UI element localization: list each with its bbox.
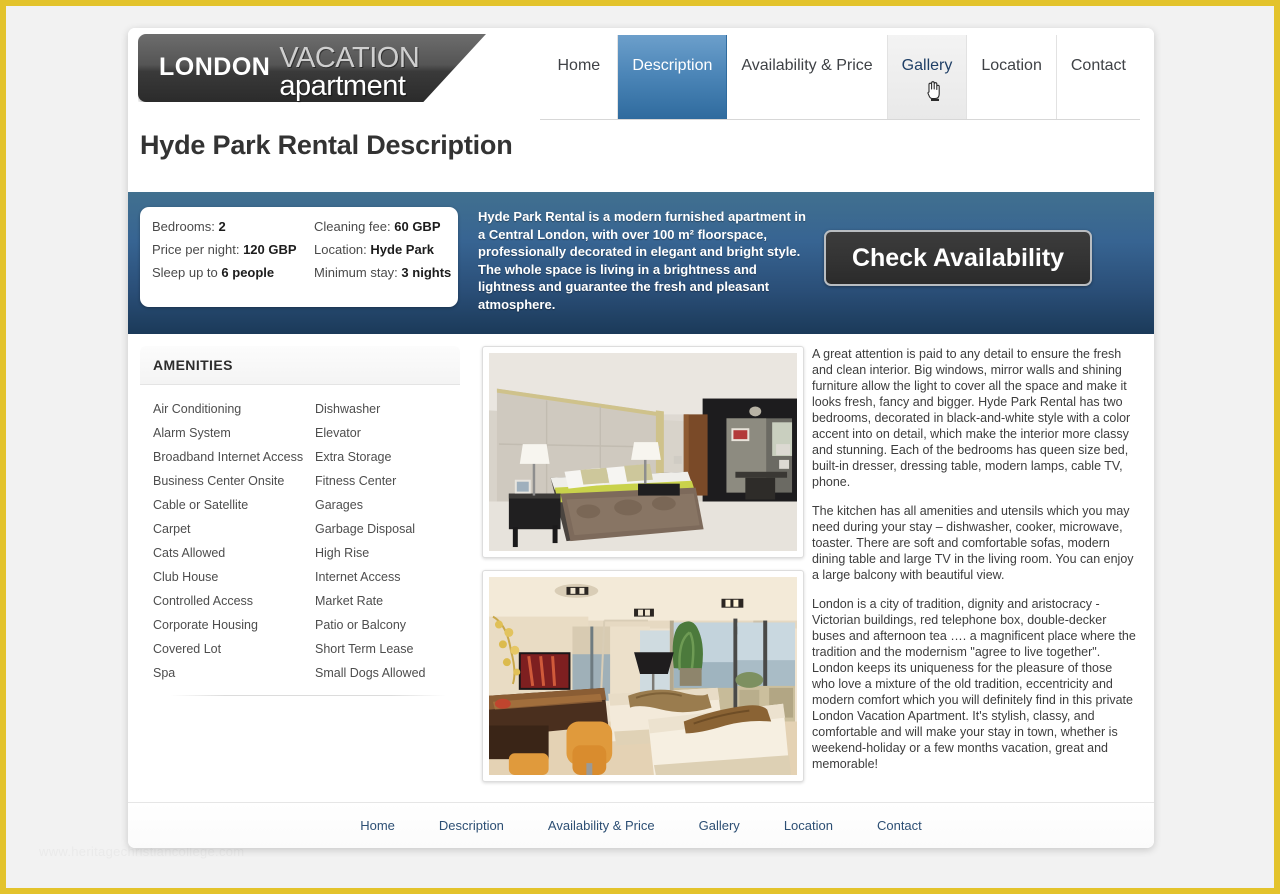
logo-london-text: LONDON xyxy=(159,53,271,81)
fact-label: Cleaning fee: xyxy=(314,219,391,234)
logo-text-group: LONDON VACATION apartment xyxy=(159,42,420,102)
fact-value: 60 GBP xyxy=(394,219,441,234)
amenity-item: Garbage Disposal xyxy=(315,522,416,536)
description-paragraph: London is a city of tradition, dignity a… xyxy=(812,597,1136,771)
page-title-wrap: Hyde Park Rental Description xyxy=(128,126,1154,192)
nav-item-description[interactable]: Description xyxy=(618,35,728,119)
facts-panel: Bedrooms: 2 Cleaning fee: 60 GBP Price p… xyxy=(140,207,458,307)
page-card: LONDON VACATION apartment Home Descripti… xyxy=(128,28,1154,848)
amenity-item: Elevator xyxy=(315,426,361,440)
amenity-item: Business Center Onsite xyxy=(153,474,285,488)
amenity-item: Fitness Center xyxy=(315,474,397,488)
amenity-item: Club House xyxy=(153,570,219,584)
fact-value: 3 nights xyxy=(401,265,452,280)
amenity-item: Extra Storage xyxy=(315,450,392,464)
living-room-photo-image xyxy=(489,577,797,775)
nav-item-home[interactable]: Home xyxy=(540,35,619,119)
amenity-item: Broadband Internet Access xyxy=(153,450,304,464)
nav-item-gallery[interactable]: Gallery xyxy=(887,35,968,119)
facts-grid: Bedrooms: 2 Cleaning fee: 60 GBP Price p… xyxy=(152,219,458,280)
amenities-heading: AMENITIES xyxy=(140,346,460,385)
amenity-item: Alarm System xyxy=(153,426,231,440)
footer-link-contact[interactable]: Contact xyxy=(877,818,922,833)
footer-link-description[interactable]: Description xyxy=(439,818,504,833)
description-paragraph: The kitchen has all amenities and utensi… xyxy=(812,504,1134,582)
fact-value: 6 people xyxy=(221,265,275,280)
description-paragraph: A great attention is paid to any detail … xyxy=(812,347,1131,489)
amenity-item: Controlled Access xyxy=(153,594,254,608)
logo-apartment-text: apartment xyxy=(279,70,406,102)
bedroom-photo-image xyxy=(489,353,797,551)
hand-cursor-icon xyxy=(923,79,943,101)
fact-label: Bedrooms: xyxy=(152,219,215,234)
fact-sleeps: Sleep up to 6 people xyxy=(152,265,314,280)
nav-label: Gallery xyxy=(901,57,953,74)
summary-band: Bedrooms: 2 Cleaning fee: 60 GBP Price p… xyxy=(128,192,1154,334)
photo-column xyxy=(460,346,804,808)
amenity-item: Cable or Satellite xyxy=(153,498,249,512)
footer-navigation: Home Description Availability & Price Ga… xyxy=(128,802,1154,848)
fact-label: Minimum stay: xyxy=(314,265,398,280)
amenity-item: Internet Access xyxy=(315,570,401,584)
amenity-item: Air Conditioning xyxy=(153,402,242,416)
amenities-panel: AMENITIES Air Conditioning Dishwasher Al… xyxy=(140,346,460,808)
amenity-item: High Rise xyxy=(315,546,370,560)
fact-bedrooms: Bedrooms: 2 xyxy=(152,219,314,234)
footer-link-location[interactable]: Location xyxy=(784,818,833,833)
nav-label: Home xyxy=(557,57,601,74)
nav-item-availability-price[interactable]: Availability & Price xyxy=(727,35,888,119)
logo-vacation-text: VACATION xyxy=(279,42,420,74)
content-area: AMENITIES Air Conditioning Dishwasher Al… xyxy=(128,334,1154,808)
amenity-item: Spa xyxy=(153,666,176,680)
amenity-item: Small Dogs Allowed xyxy=(315,666,426,680)
main-navigation: Home Description Availability & Price Ga… xyxy=(540,35,1140,120)
bedroom-photo[interactable] xyxy=(482,346,804,558)
fact-value: 120 GBP xyxy=(243,242,297,257)
fact-minimum-stay: Minimum stay: 3 nights xyxy=(314,265,458,280)
site-header: LONDON VACATION apartment Home Descripti… xyxy=(128,28,1154,126)
fact-value: Hyde Park xyxy=(370,242,434,257)
site-logo[interactable]: LONDON VACATION apartment xyxy=(138,34,486,102)
amenity-item: Garages xyxy=(315,498,363,512)
amenity-item: Carpet xyxy=(153,522,191,536)
nav-label: Contact xyxy=(1070,57,1126,74)
check-availability-label: Check Availability xyxy=(851,243,1065,272)
amenity-item: Cats Allowed xyxy=(153,546,226,560)
amenity-item: Short Term Lease xyxy=(315,642,414,656)
footer-link-home[interactable]: Home xyxy=(360,818,395,833)
fact-label: Location: xyxy=(314,242,367,257)
logo-stack: VACATION apartment xyxy=(279,42,420,102)
description-text-column: A great attention is paid to any detail … xyxy=(790,346,1142,808)
nav-item-location[interactable]: Location xyxy=(967,35,1057,119)
amenity-item: Dishwasher xyxy=(315,402,381,416)
footer-link-availability-price[interactable]: Availability & Price xyxy=(548,818,655,833)
nav-label: Location xyxy=(981,57,1042,74)
nav-label: Description xyxy=(632,57,713,74)
fact-price-per-night: Price per night: 120 GBP xyxy=(152,242,314,257)
amenities-divider xyxy=(170,695,446,696)
fact-label: Sleep up to xyxy=(152,265,218,280)
fact-label: Price per night: xyxy=(152,242,240,257)
amenities-list: Air Conditioning Dishwasher Alarm System… xyxy=(140,385,460,685)
nav-label: Availability & Price xyxy=(741,57,873,74)
footer-link-gallery[interactable]: Gallery xyxy=(699,818,740,833)
fact-cleaning-fee: Cleaning fee: 60 GBP xyxy=(314,219,458,234)
amenity-item: Market Rate xyxy=(315,594,384,608)
summary-text: Hyde Park Rental is a modern furnished a… xyxy=(478,209,806,312)
nav-item-contact[interactable]: Contact xyxy=(1056,35,1140,119)
living-room-photo[interactable] xyxy=(482,570,804,782)
fact-value: 2 xyxy=(218,219,226,234)
amenity-item: Covered Lot xyxy=(153,642,222,656)
check-availability-button[interactable]: Check Availability xyxy=(824,230,1092,286)
page-title: Hyde Park Rental Description xyxy=(140,130,513,160)
fact-location: Location: Hyde Park xyxy=(314,242,458,257)
amenity-item: Patio or Balcony xyxy=(315,618,407,632)
amenity-item: Corporate Housing xyxy=(153,618,258,632)
